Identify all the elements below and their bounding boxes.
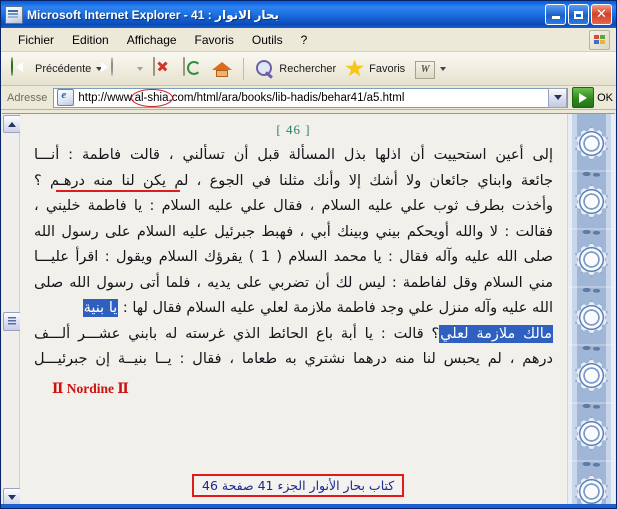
text-line-6: مني السلام وقل لفاطمة : ليس لك أن تضربي … [34,274,553,291]
refresh-icon [181,56,203,80]
refresh-button[interactable] [178,56,206,82]
selected-text-b: مالك ملازمة لعلي [439,324,553,343]
hadith-text-page: [ 46 ] إلى أعين استحييت أن اذلها بذل الم… [20,114,567,507]
chevron-up-icon [8,121,16,127]
text-line-4: فقالت : لا والله أويحكم بيني وبينك أبي ،… [34,223,553,240]
scrollbar-thumb[interactable] [3,312,21,331]
citation-text: كتاب بحار الأنوار الجزء 41 صفحة 46 [202,478,395,493]
back-button[interactable]: Précédente [7,56,105,82]
search-button-label: Rechercher [279,62,337,75]
toolbar-divider [243,57,245,80]
selected-text-a: يا بنية [82,299,119,317]
text-line-2: جائعة وابناي جائعان ولا أشك إلا وأنك مثل… [34,172,553,192]
text-line-2-content: جائعة وابناي جائعان ولا أشك إلا وأنك مثل… [34,172,553,189]
favorites-button[interactable]: Favoris [341,56,408,82]
address-bar: Adresse http://www.al-shia.com/html/ara/… [1,86,616,110]
close-icon: ✕ [596,7,607,22]
windows-logo-icon [589,30,610,50]
ie-document-icon [5,5,23,24]
text-line-7-content: الله عليه وآله منزل علي وجد فاطمة ملازمة… [122,300,553,316]
window-title: بحار الانوار : 41 - Microsoft Internet E… [27,7,280,22]
menu-bar: Fichier Edition Affichage Favoris Outils… [1,28,616,52]
chevron-down-icon [8,494,16,500]
address-input[interactable]: http://www.al-shia.com/html/ara/books/li… [53,87,569,108]
minimize-icon [551,16,560,19]
red-underline [56,189,180,192]
window-bottom-edge [1,504,616,508]
document-content: [ 46 ] إلى أعين استحييت أن اذلها بذل الم… [20,114,615,507]
chevron-down-icon[interactable] [137,66,144,71]
close-button[interactable]: ✕ [591,4,612,25]
navigation-toolbar: Précédente Rechercher Favoris W [1,52,616,86]
menu-item-fichier[interactable]: Fichier [9,31,63,49]
text-line-3: وأخذت بطرف ثوب علي عليه السلام ، فقال عل… [34,198,553,214]
menu-item-outils[interactable]: Outils [243,31,292,49]
go-button[interactable]: OK [572,87,613,108]
watermark-nordine: Ⅱ Nordine Ⅱ [52,380,129,396]
address-label: Adresse [7,91,48,104]
forward-arrow-icon [101,56,132,80]
media-w-icon: W [413,58,436,80]
star-icon [344,58,366,80]
text-line-7: الله عليه وآله منزل علي وجد فاطمة ملازمة… [34,299,553,317]
url-highlight-circle: al-shia [130,88,173,107]
menu-item-edition[interactable]: Edition [63,31,118,49]
page-icon [57,89,75,106]
text-line-1: إلى أعين استحييت أن اذلها بذل المسألة قب… [34,147,553,163]
scroll-up-button[interactable] [3,115,21,133]
home-button[interactable] [208,56,236,82]
favorites-button-label: Favoris [369,62,406,75]
address-url: http://www.al-shia.com/html/ara/books/li… [78,88,405,107]
url-suffix: .com/html/ara/books/lib-hadis/behar41/a5… [168,91,405,104]
search-icon [254,58,276,80]
address-dropdown-button[interactable] [548,87,568,108]
go-arrow-icon [572,87,595,108]
maximize-button[interactable] [568,4,589,25]
text-line-8-content: ؟ قالت : يا أبة باع الحائط الذي غرسته له… [34,325,440,342]
decorative-border [567,114,615,507]
window-controls: ✕ [545,4,614,25]
citation-box: كتاب بحار الأنوار الجزء 41 صفحة 46 [192,474,405,497]
menu-item-affichage[interactable]: Affichage [118,31,186,49]
search-button[interactable]: Rechercher [251,56,339,82]
page-viewport: [ 46 ] إلى أعين استحييت أن اذلها بذل الم… [2,113,615,507]
forward-button[interactable] [101,56,146,82]
chevron-down-icon[interactable] [440,66,447,71]
go-button-label: OK [597,91,613,104]
browser-window: بحار الانوار : 41 - Microsoft Internet E… [0,0,617,509]
text-line-5: صلى الله عليه وآله فقال : يا محمد السلام… [34,249,553,265]
text-line-8: مالك ملازمة لعلي؟ قالت : يا أبة باع الحا… [34,324,553,343]
title-bar: بحار الانوار : 41 - Microsoft Internet E… [1,1,616,28]
home-icon [211,58,233,80]
maximize-icon [574,10,583,19]
stop-icon [151,56,173,80]
back-button-label: Précédente [35,62,92,75]
vertical-scrollbar[interactable] [2,114,21,507]
url-prefix: http://www. [78,91,135,104]
minimize-button[interactable] [545,4,566,25]
stop-button[interactable] [148,56,176,82]
menu-item-favoris[interactable]: Favoris [186,31,243,49]
media-button[interactable]: W [410,56,449,82]
text-line-9: درهم ، لم يحبس لنا منه درهما نشتري به طع… [34,351,553,367]
menu-item-help[interactable]: ? [292,31,317,49]
page-number: [ 46 ] [276,122,311,137]
back-arrow-icon [10,56,32,80]
